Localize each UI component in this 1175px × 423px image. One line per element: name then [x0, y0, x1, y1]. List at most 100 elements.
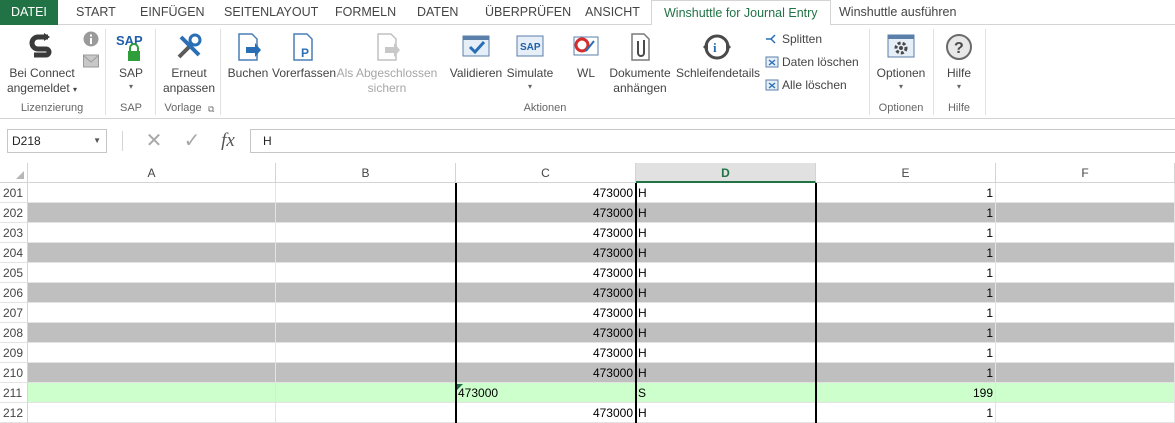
cell-c[interactable]: 473000 — [456, 183, 636, 203]
dialog-launcher-icon[interactable]: ⧉ — [208, 104, 214, 115]
cell-e[interactable]: 1 — [816, 243, 996, 263]
cell-e[interactable]: 1 — [816, 343, 996, 363]
cell-c[interactable]: 473000 — [456, 263, 636, 283]
cell-b[interactable] — [276, 403, 456, 423]
dokumente-anhaengen-button[interactable]: Dokumente anhängen — [606, 31, 674, 96]
row-header[interactable]: 208 — [0, 323, 28, 343]
cell-f[interactable] — [996, 323, 1175, 343]
als-abgeschlossen-sichern-button[interactable]: Als Abgeschlossen sichern — [336, 31, 438, 96]
bei-connect-button[interactable]: Bei Connect angemeldet ▾ — [4, 31, 80, 97]
hilfe-button[interactable]: ? Hilfe ▾ — [938, 31, 980, 91]
cancel-icon[interactable]: ✕ — [142, 129, 166, 153]
cell-e[interactable]: 1 — [816, 263, 996, 283]
cell-f[interactable] — [996, 303, 1175, 323]
row-header[interactable]: 204 — [0, 243, 28, 263]
cell-d[interactable]: H — [636, 183, 816, 203]
cell-f[interactable] — [996, 183, 1175, 203]
row-header[interactable]: 212 — [0, 403, 28, 423]
cell-f[interactable] — [996, 343, 1175, 363]
cell-d[interactable]: H — [636, 343, 816, 363]
cell-b[interactable] — [276, 243, 456, 263]
column-header-b[interactable]: B — [276, 163, 456, 183]
column-header-d[interactable]: D — [636, 163, 816, 183]
erneut-anpassen-button[interactable]: Erneut anpassen — [160, 31, 218, 96]
column-header-f[interactable]: F — [996, 163, 1175, 183]
tab-start[interactable]: START — [64, 0, 128, 25]
cell-c[interactable]: 473000 — [456, 343, 636, 363]
cell-d[interactable]: H — [636, 203, 816, 223]
column-header-c[interactable]: C — [456, 163, 636, 183]
alle-loeschen-button[interactable]: Alle löschen — [765, 76, 847, 94]
cell-d[interactable]: H — [636, 323, 816, 343]
column-header-a[interactable]: A — [28, 163, 276, 183]
row-header[interactable]: 207 — [0, 303, 28, 323]
cell-b[interactable] — [276, 223, 456, 243]
cell-e[interactable]: 1 — [816, 303, 996, 323]
cell-a[interactable] — [28, 383, 276, 403]
row-header[interactable]: 211 — [0, 383, 28, 403]
cell-e[interactable]: 1 — [816, 183, 996, 203]
tab-ueberpruefen[interactable]: ÜBERPRÜFEN — [473, 0, 583, 25]
cell-b[interactable] — [276, 183, 456, 203]
cell-d[interactable]: H — [636, 243, 816, 263]
info-button[interactable] — [82, 31, 100, 51]
cell-c[interactable]: 473000 — [456, 243, 636, 263]
cell-e[interactable]: 1 — [816, 363, 996, 383]
cell-f[interactable] — [996, 263, 1175, 283]
schleifendetails-button[interactable]: i Schleifendetails — [676, 31, 760, 81]
wl-button[interactable]: WL — [568, 31, 604, 81]
cell-d[interactable]: H — [636, 283, 816, 303]
cell-a[interactable] — [28, 303, 276, 323]
cell-f[interactable] — [996, 203, 1175, 223]
validieren-button[interactable]: Validieren — [449, 31, 503, 81]
row-header[interactable]: 209 — [0, 343, 28, 363]
cell-c[interactable]: 473000 — [456, 283, 636, 303]
cell-a[interactable] — [28, 263, 276, 283]
cell-f[interactable] — [996, 383, 1175, 403]
cell-e[interactable]: 1 — [816, 403, 996, 423]
cell-d[interactable]: H — [636, 303, 816, 323]
cell-e[interactable]: 1 — [816, 223, 996, 243]
name-box[interactable]: D218 ▼ — [7, 129, 107, 153]
cell-e[interactable]: 1 — [816, 203, 996, 223]
cell-e[interactable]: 1 — [816, 283, 996, 303]
insert-function-icon[interactable]: fx — [216, 129, 240, 153]
cell-b[interactable] — [276, 203, 456, 223]
cell-a[interactable] — [28, 183, 276, 203]
cell-f[interactable] — [996, 283, 1175, 303]
row-header[interactable]: 205 — [0, 263, 28, 283]
cell-b[interactable] — [276, 283, 456, 303]
cell-e[interactable]: 199 — [816, 383, 996, 403]
cell-b[interactable] — [276, 303, 456, 323]
cell-c[interactable]: 473000 — [456, 363, 636, 383]
tab-formeln[interactable]: FORMELN — [323, 0, 408, 25]
select-all-corner[interactable] — [0, 163, 28, 183]
cell-d[interactable]: H — [636, 223, 816, 243]
cell-b[interactable] — [276, 263, 456, 283]
daten-loeschen-button[interactable]: Daten löschen — [765, 53, 859, 71]
cell-d[interactable]: H — [636, 363, 816, 383]
row-header[interactable]: 203 — [0, 223, 28, 243]
cell-b[interactable] — [276, 323, 456, 343]
splitten-button[interactable]: Splitten — [765, 30, 822, 48]
cell-c[interactable]: 473000 — [456, 323, 636, 343]
row-header[interactable]: 202 — [0, 203, 28, 223]
tab-datei[interactable]: DATEI — [0, 0, 58, 25]
cell-c[interactable]: 473000 — [456, 403, 636, 423]
buchen-button[interactable]: Buchen — [226, 31, 270, 81]
optionen-button[interactable]: Optionen ▾ — [874, 31, 928, 91]
tab-ansicht[interactable]: ANSICHT — [573, 0, 652, 25]
spreadsheet-grid[interactable]: A B C D E F 201 473000 H 1 202 473000 H 1 203 473… — [0, 163, 1175, 423]
simulate-button[interactable]: SAP Simulate ▾ — [506, 31, 554, 91]
tab-winshuttle-ausfuehren[interactable]: Winshuttle ausführen — [827, 0, 968, 25]
cell-d[interactable]: H — [636, 263, 816, 283]
cell-a[interactable] — [28, 403, 276, 423]
row-header[interactable]: 206 — [0, 283, 28, 303]
row-header[interactable]: 201 — [0, 183, 28, 203]
cell-a[interactable] — [28, 243, 276, 263]
cell-d[interactable]: S — [636, 383, 816, 403]
chevron-down-icon[interactable]: ▼ — [93, 130, 101, 152]
formula-input[interactable]: H — [250, 129, 1175, 153]
mail-button[interactable] — [82, 54, 100, 72]
cell-d[interactable]: H — [636, 403, 816, 423]
